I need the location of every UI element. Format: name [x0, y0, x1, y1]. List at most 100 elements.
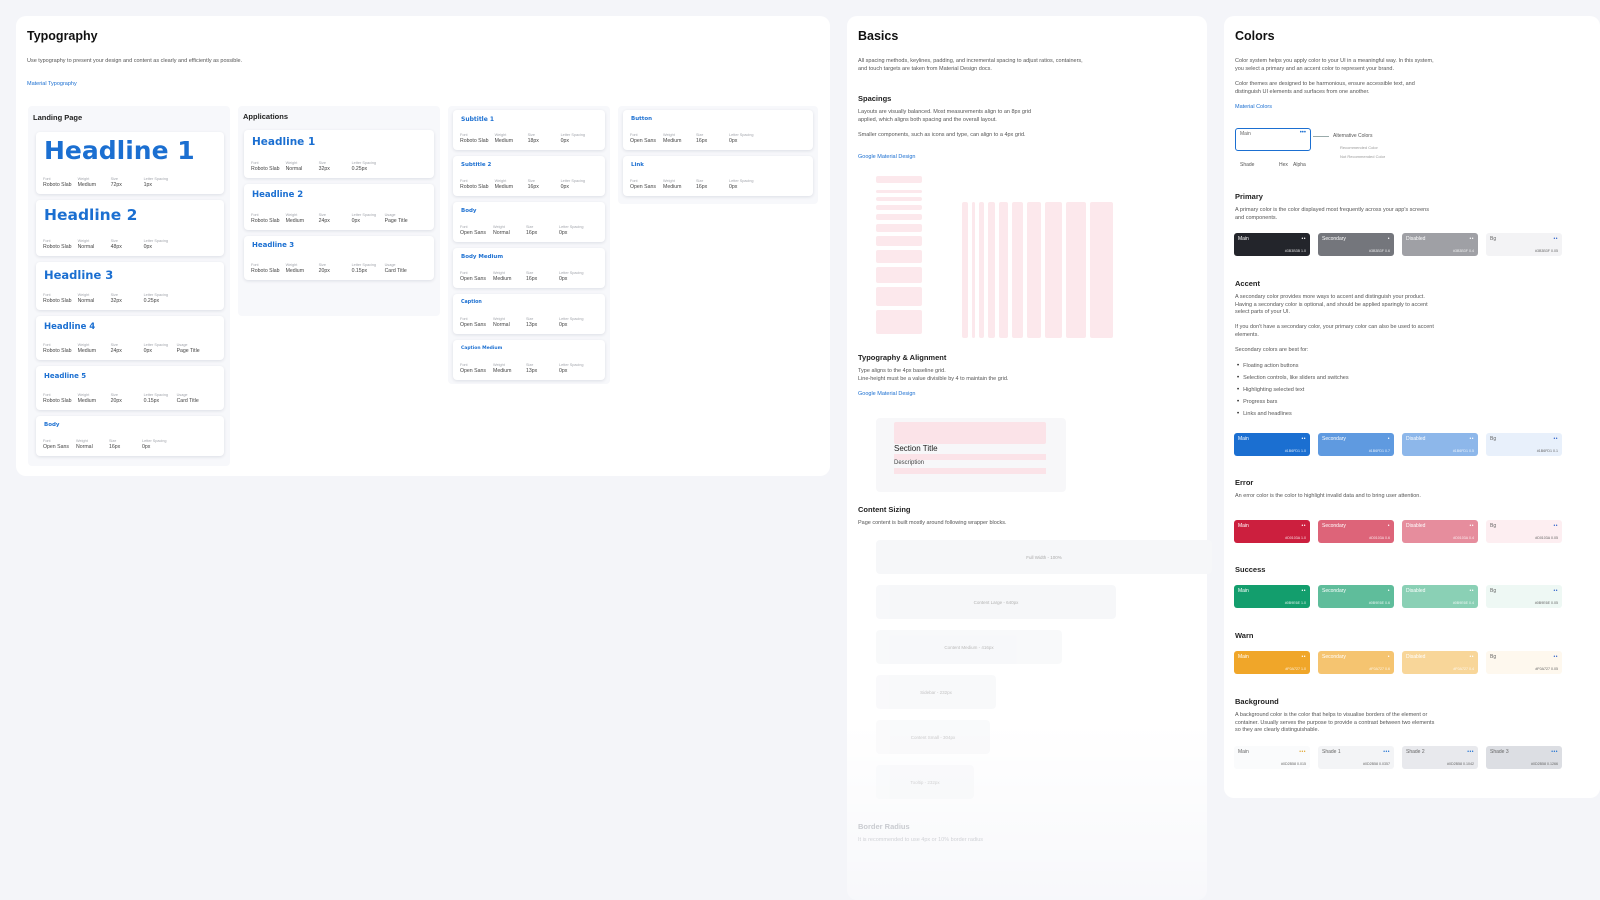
- swatch-hex: #0B9E6E 0.4: [1452, 601, 1474, 605]
- type-card-caption-medium: Caption Medium Font Open Sans Weight Medium S…: [453, 340, 605, 380]
- wrapper-block-tooltip-232px: Tooltip - 232px: [876, 765, 974, 799]
- spec-value: 0px: [729, 184, 738, 190]
- accent-swatch-disabled[interactable]: Disabled #1B6FD1 0.5 ••: [1402, 433, 1478, 456]
- warn-swatch-main[interactable]: Main #F0A727 1.0 ••: [1234, 651, 1310, 674]
- swatch-name: Secondary: [1322, 523, 1346, 529]
- swatch-name: Secondary: [1322, 436, 1346, 442]
- spec-value: 13px: [526, 368, 538, 374]
- sample-description: Description: [894, 460, 925, 466]
- swatch-hex: #F0A727 0.4: [1453, 667, 1474, 671]
- spec-font: Font Open Sans: [630, 179, 657, 191]
- warn-swatch-bg[interactable]: Bg #F0A727 0.05 ••: [1486, 651, 1562, 674]
- error-swatch-bg[interactable]: Bg #D0103A 0.05 ••: [1486, 520, 1562, 543]
- spacings-desc-2: Smaller components, such as icons and ty…: [858, 132, 1026, 138]
- spacings-desc-1: Layouts are visually balanced. Most meas…: [858, 109, 1032, 123]
- typo-align-link[interactable]: Google Material Design: [858, 391, 915, 397]
- error-heading: Error: [1235, 478, 1254, 487]
- swatch-dots: •: [1387, 523, 1390, 529]
- spec-font: Font Open Sans: [460, 225, 487, 237]
- spec-value: Open Sans: [460, 368, 486, 374]
- bullet-dot: •: [1237, 399, 1240, 405]
- spec-ls: Letter Spacing 0px: [729, 179, 756, 191]
- spec-value: Open Sans: [630, 138, 656, 144]
- swatch-hex: #3B3B3B 1.0: [1284, 249, 1306, 253]
- legend-notrec-label: Not Recommended Color: [1340, 154, 1386, 159]
- error-swatch-main[interactable]: Main #D0103A 1.0 ••: [1234, 520, 1310, 543]
- error-swatch-secondary[interactable]: Secondary #D0103A 0.6 •: [1318, 520, 1394, 543]
- accent-swatch-main[interactable]: Main #1B6FD1 1.0 ••: [1234, 433, 1310, 456]
- spec-ls: Letter Spacing 0px: [561, 179, 588, 191]
- spacing-column: [972, 202, 975, 338]
- success-swatch-disabled[interactable]: Disabled #0B9E6E 0.4 ••: [1402, 585, 1478, 608]
- type-spec-row: Font Roboto Slab Weight Normal Size 32px Lette…: [43, 293, 177, 305]
- spec-value: Card Title: [384, 268, 407, 274]
- background-swatch-main[interactable]: Main #0D2B58 0.015 •••: [1234, 746, 1310, 769]
- spec-size: Size 18px: [528, 133, 555, 145]
- spacing-column: [999, 202, 1008, 338]
- swatch-name: Disabled: [1406, 588, 1426, 594]
- spacing-column: [962, 202, 968, 338]
- typo-align-sample: Section Title Description: [876, 418, 1066, 492]
- swatch-hex: #3B3B3F 0.6: [1369, 249, 1390, 253]
- spacing-column: [1045, 202, 1062, 338]
- wrapper-block-content-small-304px: Content Small - 304px: [876, 720, 990, 754]
- type-card-body: Body Font Open Sans Weight Normal Size 16px Let…: [36, 416, 224, 456]
- swatch-hex: #0D2B58 0.1042: [1447, 762, 1474, 766]
- swatch-name: Bg: [1490, 588, 1497, 594]
- basics-description: All spacing methods, keylines, padding, …: [858, 58, 1083, 72]
- swatch-name: Shade 3: [1490, 749, 1509, 755]
- background-swatch-shade-1[interactable]: Shade 1 #0D2B58 0.0357 •••: [1318, 746, 1394, 769]
- type-card-title: Headline 4: [44, 322, 96, 332]
- material-colors-link[interactable]: Material Colors: [1235, 104, 1272, 110]
- spec-ls: Letter Spacing 0px: [561, 133, 588, 145]
- spec-weight: Weight Medium: [495, 179, 522, 191]
- warn-swatch-secondary[interactable]: Secondary #F0A727 0.6 •: [1318, 651, 1394, 674]
- spec-usage: Usage Card Title: [177, 393, 204, 405]
- basics-title: Basics: [858, 29, 899, 43]
- spec-size: Size 16px: [109, 439, 136, 451]
- spec-value: 16px: [527, 184, 539, 190]
- spec-value: Open Sans: [460, 276, 486, 282]
- accent-swatch-bg[interactable]: Bg #1B6FD1 0.1 ••: [1486, 433, 1562, 456]
- swatch-name: Secondary: [1322, 654, 1346, 660]
- bullet-text: Highlighting selected text: [1243, 387, 1305, 393]
- success-swatch-main[interactable]: Main #0B9E6E 1.0 ••: [1234, 585, 1310, 608]
- success-swatch-bg[interactable]: Bg #0B9E6E 0.05 ••: [1486, 585, 1562, 608]
- spec-value: 16px: [109, 444, 121, 450]
- wrapper-block-sidebar-232px: Sidebar - 232px: [876, 675, 996, 709]
- spec-size: Size 24px: [111, 343, 138, 355]
- material-typography-link[interactable]: Material Typography: [27, 81, 77, 87]
- swatch-name: Main: [1238, 654, 1249, 660]
- success-swatch-secondary[interactable]: Secondary #0B9E6E 0.6 •: [1318, 585, 1394, 608]
- type-card-title: Body: [461, 208, 477, 214]
- spec-weight: Weight Medium: [78, 343, 105, 355]
- spec-size: Size 32px: [111, 293, 138, 305]
- spacings-heading: Spacings: [858, 94, 892, 103]
- spec-value: Medium: [77, 348, 97, 354]
- type-card-title: Button: [631, 116, 653, 122]
- background-swatch-shade-3[interactable]: Shade 3 #0D2B58 0.1266 •••: [1486, 746, 1562, 769]
- type-card-title: Caption: [461, 300, 482, 305]
- spec-font: Font Roboto Slab: [251, 213, 280, 225]
- warn-swatch-disabled[interactable]: Disabled #F0A727 0.4 ••: [1402, 651, 1478, 674]
- primary-swatch-main[interactable]: Main #3B3B3B 1.0 ••: [1234, 233, 1310, 256]
- spec-value: 0.15px: [143, 398, 160, 404]
- error-swatch-disabled[interactable]: Disabled #D0103A 0.4 ••: [1402, 520, 1478, 543]
- spec-value: 0.25px: [143, 298, 160, 304]
- spec-value: Roboto Slab: [460, 184, 489, 190]
- primary-swatch-bg[interactable]: Bg #3B3B3F 0.05 ••: [1486, 233, 1562, 256]
- spec-weight: Weight Normal: [286, 161, 313, 173]
- spec-value: 24px: [318, 218, 330, 224]
- primary-swatch-secondary[interactable]: Secondary #3B3B3F 0.6 •: [1318, 233, 1394, 256]
- swatch-dots: ••: [1301, 523, 1306, 529]
- spacings-link[interactable]: Google Material Design: [858, 154, 915, 160]
- primary-swatch-disabled[interactable]: Disabled #3B3B3F 0.4 ••: [1402, 233, 1478, 256]
- spec-value: 0px: [559, 230, 568, 236]
- spec-value: Normal: [285, 166, 303, 172]
- legend-rec-label: Recommended Color: [1340, 145, 1378, 150]
- spec-ls: Letter Spacing 0px: [352, 213, 379, 225]
- accent-swatch-secondary[interactable]: Secondary #1B6FD1 0.7 •: [1318, 433, 1394, 456]
- swatch-dots: ••: [1553, 523, 1558, 529]
- background-swatch-shade-2[interactable]: Shade 2 #0D2B58 0.1042 •••: [1402, 746, 1478, 769]
- bullet-dot: •: [1237, 363, 1240, 369]
